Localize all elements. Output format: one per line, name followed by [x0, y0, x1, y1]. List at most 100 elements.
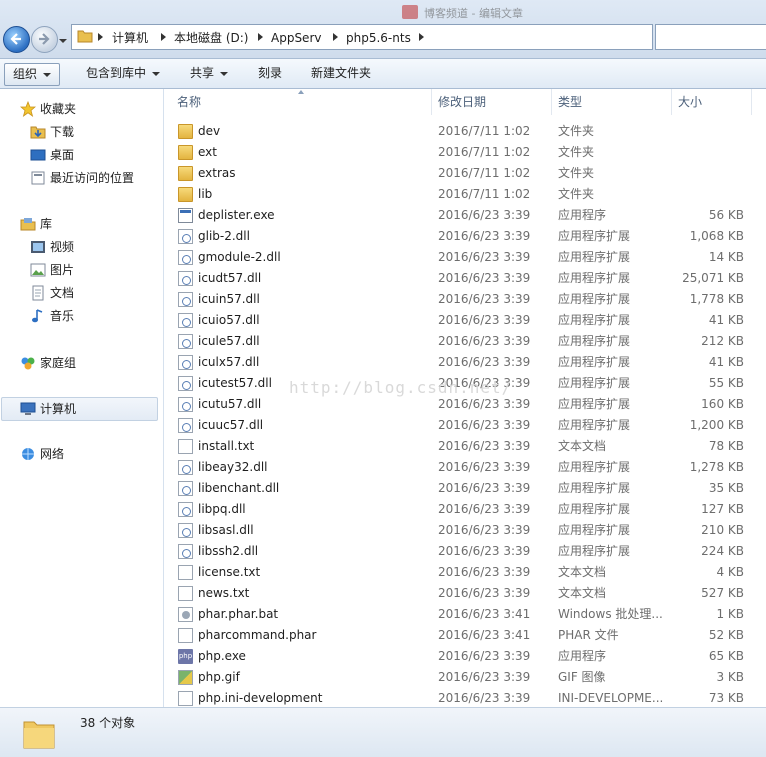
- file-row[interactable]: libeay32.dll 2016/6/23 3:39 应用程序扩展 1,278 KB: [164, 457, 766, 478]
- file-row[interactable]: glib-2.dll 2016/6/23 3:39 应用程序扩展 1,068 KB: [164, 226, 766, 247]
- php-icon: php: [178, 649, 193, 664]
- recent-pages-button[interactable]: [58, 34, 68, 43]
- breadcrumb-appserv[interactable]: AppServ: [271, 30, 321, 46]
- file-date: 2016/7/11 1:02: [438, 124, 531, 138]
- file-date: 2016/6/23 3:39: [438, 670, 531, 684]
- doc-icon: [178, 439, 193, 454]
- nav-libraries-label: 库: [40, 217, 53, 231]
- file-size: 527 KB: [701, 586, 744, 600]
- file-name: icuin57.dll: [198, 292, 260, 306]
- column-header-date[interactable]: 修改日期: [432, 89, 552, 115]
- status-bar: 38 个对象: [0, 707, 766, 757]
- file-row[interactable]: libenchant.dll 2016/6/23 3:39 应用程序扩展 35 KB: [164, 478, 766, 499]
- file-row[interactable]: lib 2016/7/11 1:02 文件夹: [164, 184, 766, 205]
- file-row[interactable]: php php.exe 2016/6/23 3:39 应用程序 65 KB: [164, 646, 766, 667]
- include-in-library-label: 包含到库中: [86, 66, 147, 80]
- file-name: php.ini-development: [198, 691, 323, 705]
- file-row[interactable]: license.txt 2016/6/23 3:39 文本文档 4 KB: [164, 562, 766, 583]
- file-type: 应用程序扩展: [558, 502, 631, 516]
- file-row[interactable]: libssh2.dll 2016/6/23 3:39 应用程序扩展 224 KB: [164, 541, 766, 562]
- file-row[interactable]: icudt57.dll 2016/6/23 3:39 应用程序扩展 25,071 KB: [164, 268, 766, 289]
- file-type: 应用程序扩展: [558, 292, 631, 306]
- file-type: 应用程序扩展: [558, 523, 631, 537]
- file-date: 2016/7/11 1:02: [438, 187, 531, 201]
- file-type: 文本文档: [558, 439, 607, 453]
- file-row[interactable]: icuio57.dll 2016/6/23 3:39 应用程序扩展 41 KB: [164, 310, 766, 331]
- new-folder-button[interactable]: 新建文件夹: [303, 63, 379, 84]
- file-row[interactable]: ext 2016/7/11 1:02 文件夹: [164, 142, 766, 163]
- file-name: gmodule-2.dll: [198, 250, 281, 264]
- breadcrumb-separator[interactable]: [258, 33, 263, 41]
- nav-recent-places-label: 最近访问的位置: [50, 171, 135, 185]
- file-row[interactable]: icutu57.dll 2016/6/23 3:39 应用程序扩展 160 KB: [164, 394, 766, 415]
- file-name: icutest57.dll: [198, 376, 272, 390]
- file-row[interactable]: php.ini-development 2016/6/23 3:39 INI-DEV…: [164, 688, 766, 709]
- file-name: libpq.dll: [198, 502, 246, 516]
- file-row[interactable]: iculx57.dll 2016/6/23 3:39 应用程序扩展 41 KB: [164, 352, 766, 373]
- column-header-size[interactable]: 大小: [672, 89, 752, 115]
- file-row[interactable]: news.txt 2016/6/23 3:39 文本文档 527 KB: [164, 583, 766, 604]
- file-row[interactable]: phar.phar.bat 2016/6/23 3:41 Windows 批处理..…: [164, 604, 766, 625]
- column-header-name[interactable]: 名称: [171, 89, 432, 115]
- file-row[interactable]: deplister.exe 2016/6/23 3:39 应用程序 56 KB: [164, 205, 766, 226]
- share-button[interactable]: 共享: [182, 63, 236, 84]
- file-date: 2016/6/23 3:39: [438, 229, 531, 243]
- breadcrumb-drive-d[interactable]: 本地磁盘 (D:): [174, 30, 248, 46]
- address-box[interactable]: 计算机 本地磁盘 (D:) AppServ php5.6-nts: [71, 24, 653, 50]
- doc-icon: [178, 565, 193, 580]
- file-type: PHAR 文件: [558, 628, 619, 642]
- file-row[interactable]: php.gif 2016/6/23 3:39 GIF 图像 3 KB: [164, 667, 766, 688]
- address-bar-region: 博客频道 - 编辑文章 计算机 本地磁盘 (D:) AppServ php5.6…: [0, 0, 766, 59]
- file-size: 1,200 KB: [689, 418, 744, 432]
- file-row[interactable]: dev 2016/7/11 1:02 文件夹: [164, 121, 766, 142]
- breadcrumb-computer[interactable]: 计算机: [112, 30, 148, 46]
- search-input[interactable]: [655, 24, 766, 50]
- dll-icon: [178, 250, 193, 265]
- file-row[interactable]: icuuc57.dll 2016/6/23 3:39 应用程序扩展 1,200 KB: [164, 415, 766, 436]
- file-type: 文本文档: [558, 565, 607, 579]
- dll-icon: [178, 502, 193, 517]
- file-row[interactable]: libsasl.dll 2016/6/23 3:39 应用程序扩展 210 KB: [164, 520, 766, 541]
- file-name: lib: [198, 187, 213, 201]
- breadcrumb-separator[interactable]: [98, 33, 103, 41]
- file-size: 35 KB: [708, 481, 744, 495]
- file-row[interactable]: extras 2016/7/11 1:02 文件夹: [164, 163, 766, 184]
- column-header-type[interactable]: 类型: [552, 89, 672, 115]
- breadcrumb-php[interactable]: php5.6-nts: [346, 30, 411, 46]
- folder-icon: [77, 30, 93, 43]
- forward-button[interactable]: [31, 26, 58, 53]
- breadcrumb-separator[interactable]: [161, 33, 166, 41]
- folder-icon: [178, 124, 193, 139]
- file-type: GIF 图像: [558, 670, 606, 684]
- burn-button[interactable]: 刻录: [250, 63, 290, 84]
- burn-label: 刻录: [258, 66, 283, 80]
- file-size: 78 KB: [708, 439, 744, 453]
- include-in-library-button[interactable]: 包含到库中: [78, 63, 168, 84]
- file-row[interactable]: icule57.dll 2016/6/23 3:39 应用程序扩展 212 KB: [164, 331, 766, 352]
- file-row[interactable]: icuin57.dll 2016/6/23 3:39 应用程序扩展 1,778 KB: [164, 289, 766, 310]
- organize-button[interactable]: 组织: [4, 63, 61, 86]
- nav-favorites-label: 收藏夹: [40, 102, 77, 116]
- video-library-icon: [31, 241, 45, 253]
- file-date: 2016/6/23 3:39: [438, 271, 531, 285]
- file-date: 2016/6/23 3:39: [438, 418, 531, 432]
- picture-library-icon: [30, 263, 46, 277]
- file-date: 2016/6/23 3:39: [438, 208, 531, 222]
- chevron-down-icon: [152, 71, 161, 76]
- file-row[interactable]: gmodule-2.dll 2016/6/23 3:39 应用程序扩展 14 KB: [164, 247, 766, 268]
- file-row[interactable]: libpq.dll 2016/6/23 3:39 应用程序扩展 127 KB: [164, 499, 766, 520]
- file-type: 应用程序扩展: [558, 397, 631, 411]
- file-size: 1,068 KB: [689, 229, 744, 243]
- file-date: 2016/6/23 3:39: [438, 481, 531, 495]
- dll-icon: [178, 481, 193, 496]
- background-tab: 博客频道 - 编辑文章: [400, 2, 540, 22]
- file-name: icutu57.dll: [198, 397, 262, 411]
- back-button[interactable]: [3, 26, 30, 53]
- breadcrumb-separator[interactable]: [333, 33, 338, 41]
- doc-icon: [178, 586, 193, 601]
- file-row[interactable]: install.txt 2016/6/23 3:39 文本文档 78 KB: [164, 436, 766, 457]
- breadcrumb-separator[interactable]: [419, 33, 424, 41]
- file-row[interactable]: pharcommand.phar 2016/6/23 3:41 PHAR 文件 52 …: [164, 625, 766, 646]
- exe-icon: [178, 208, 193, 223]
- file-date: 2016/7/11 1:02: [438, 166, 531, 180]
